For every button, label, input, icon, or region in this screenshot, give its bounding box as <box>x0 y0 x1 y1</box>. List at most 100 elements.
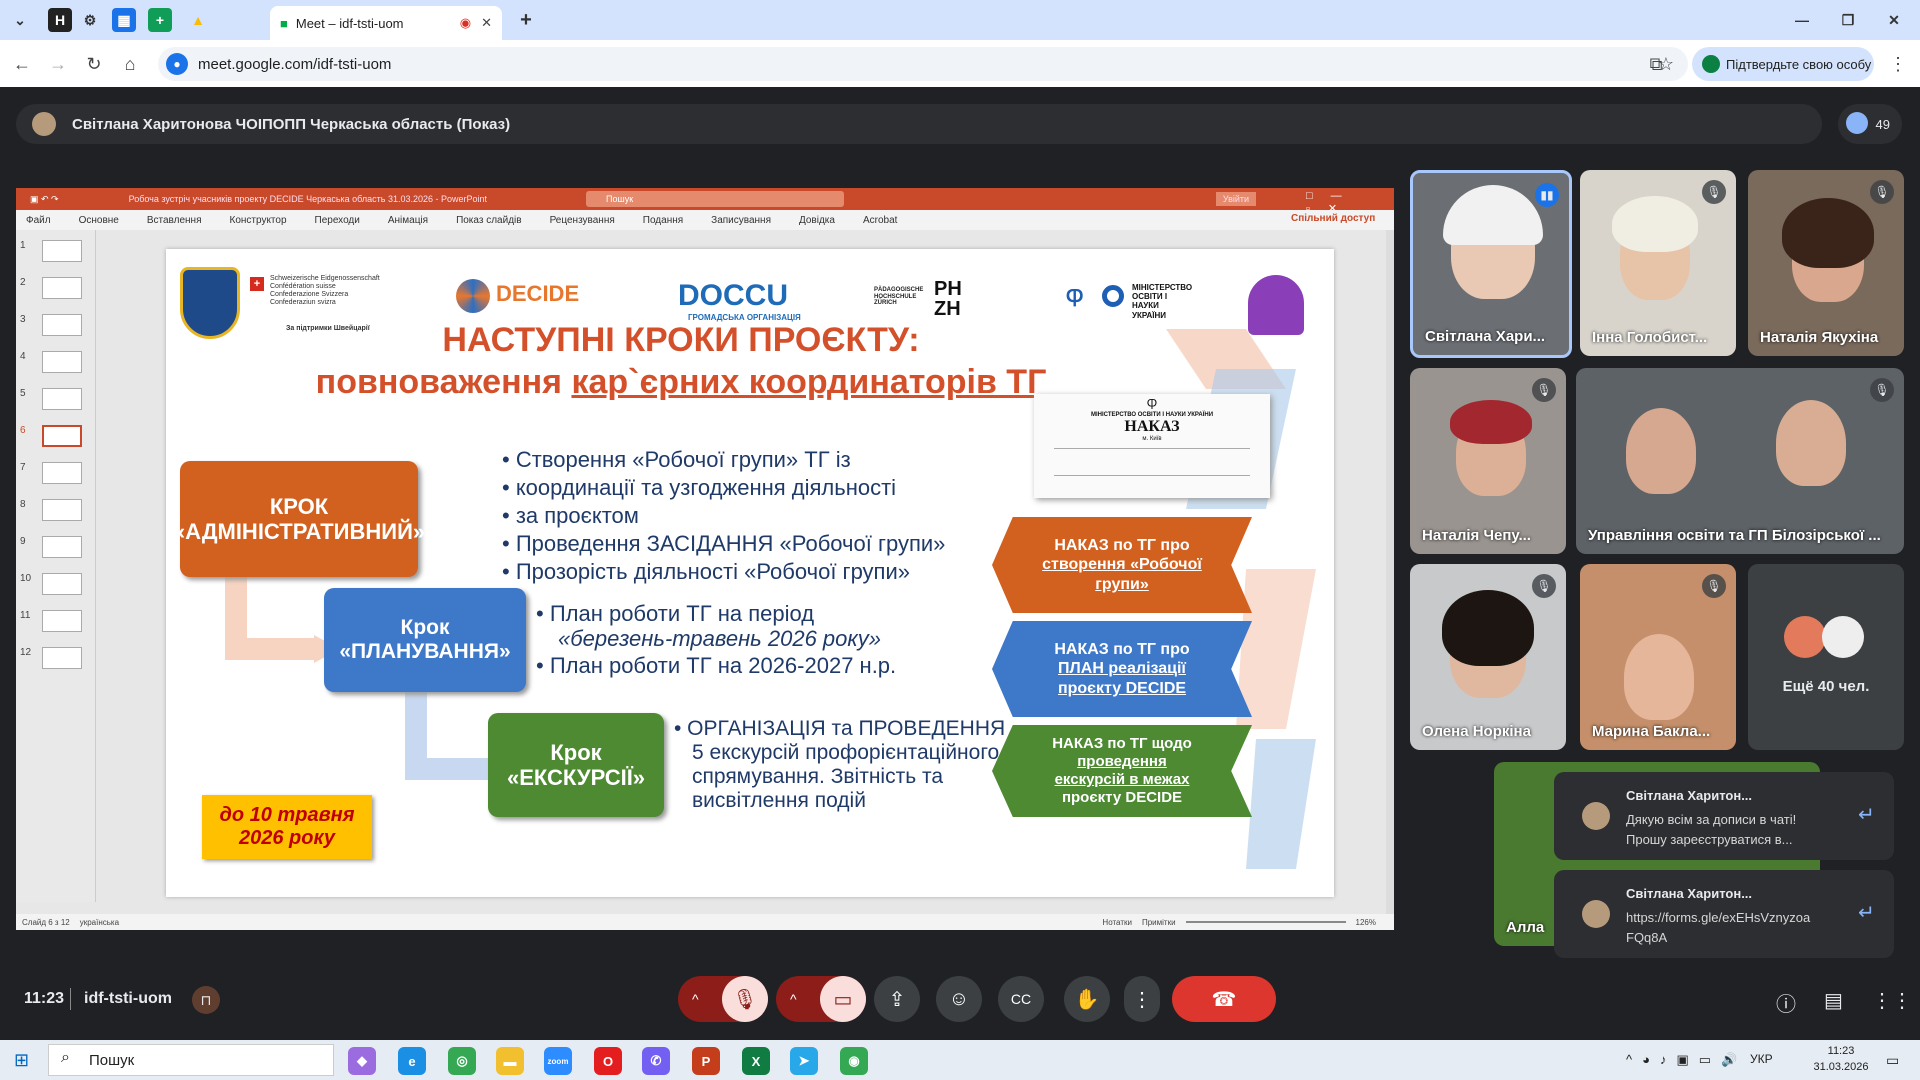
pinned-tab-settings[interactable]: ⚙ <box>78 8 102 32</box>
slide-thumb[interactable] <box>42 351 82 373</box>
leave-call-icon[interactable]: ☎ <box>1172 976 1276 1022</box>
notification-icon[interactable]: ▭ <box>1886 1052 1899 1069</box>
slide-thumb[interactable] <box>42 462 82 484</box>
input-language[interactable]: УКР <box>1750 1052 1773 1066</box>
pp-search[interactable]: Пошук <box>586 191 844 207</box>
chrome-profile-icon[interactable]: ◎ <box>448 1047 476 1075</box>
powerpoint-icon[interactable]: P <box>692 1047 720 1075</box>
pinned-tab-calendar[interactable]: ▦ <box>112 8 136 32</box>
reload-icon[interactable]: ↻ <box>82 52 106 76</box>
zoom-icon[interactable]: zoom <box>544 1047 572 1075</box>
chat-icon[interactable]: ▤ <box>1824 988 1843 1013</box>
chrome-icon[interactable]: ◉ <box>840 1047 868 1075</box>
slide-thumb[interactable] <box>42 314 82 336</box>
mic-control[interactable]: ^ 🎙 <box>678 976 768 1022</box>
pp-menu-home[interactable]: Основне <box>79 215 119 226</box>
pinned-tab-sheets[interactable]: + <box>148 8 172 32</box>
slide-thumb[interactable] <box>42 647 82 669</box>
home-icon[interactable]: ⌂ <box>118 52 142 76</box>
telegram-icon[interactable]: ➤ <box>790 1047 818 1075</box>
back-icon[interactable]: ← <box>10 52 34 76</box>
mon-logo-icon <box>1102 285 1124 307</box>
pp-comments-button[interactable]: Примітки <box>1142 918 1176 927</box>
pp-menu-transitions[interactable]: Переходи <box>315 215 360 226</box>
profile-button[interactable]: Підтвердьте свою особу <box>1692 47 1874 81</box>
slide-thumb[interactable] <box>42 499 82 521</box>
pp-quick-access-icon[interactable]: ▣ ↶ ↷ <box>30 194 59 205</box>
slide-thumb[interactable] <box>42 240 82 262</box>
info-icon[interactable]: ⓘ <box>1776 988 1796 1017</box>
clock[interactable]: 11:23 31.03.2026 <box>1806 1043 1876 1075</box>
pp-menu-record[interactable]: Записування <box>711 215 771 226</box>
edge-icon[interactable]: e <box>398 1047 426 1075</box>
forward-icon[interactable]: → <box>46 52 70 76</box>
minimize-icon[interactable]: — <box>1790 8 1814 32</box>
close-tab-icon[interactable]: ✕ <box>481 15 492 31</box>
pp-menu-view[interactable]: Подання <box>643 215 683 226</box>
windows-start-icon[interactable]: ⊞ <box>14 1050 29 1071</box>
captions-icon[interactable]: CC <box>998 976 1044 1022</box>
close-window-icon[interactable]: ✕ <box>1882 8 1906 32</box>
file-explorer-icon[interactable]: ▬ <box>496 1047 524 1075</box>
participant-tile[interactable]: 🎙 Наталія Якухіна <box>1748 170 1904 356</box>
slide-thumb[interactable] <box>42 388 82 410</box>
host-controls-icon[interactable]: ⊓ <box>192 986 220 1014</box>
mic-permission-icon[interactable]: ● <box>166 53 188 75</box>
extensions-icon[interactable]: ⧉ <box>1644 52 1668 76</box>
participant-tile[interactable]: 🎙 Управління освіти та ГП Білозірської .… <box>1576 368 1904 554</box>
participants-button[interactable]: 49 <box>1838 104 1902 144</box>
camera-control[interactable]: ^ ▭ <box>776 976 866 1022</box>
participant-tile[interactable]: 🎙 Наталія Чепу... <box>1410 368 1566 554</box>
excel-icon[interactable]: X <box>742 1047 770 1075</box>
camera-off-icon[interactable]: ▭ <box>820 976 866 1022</box>
participant-tile[interactable]: 🎙 Інна Голобист... <box>1580 170 1736 356</box>
pp-scrollbar[interactable] <box>1386 230 1394 914</box>
participant-tile-speaking[interactable]: ▮▮ Світлана Хари... <box>1410 170 1572 358</box>
pp-signin-button[interactable]: Увійти <box>1216 192 1256 206</box>
browser-menu-icon[interactable]: ⋮ <box>1886 52 1910 76</box>
tray-icons[interactable]: ^◕♪▣▭🔊 <box>1626 1052 1747 1068</box>
copilot-icon[interactable]: ◆ <box>348 1047 376 1075</box>
viber-icon[interactable]: ✆ <box>642 1047 670 1075</box>
pp-notes-button[interactable]: Нотатки <box>1102 918 1132 927</box>
pp-zoom-slider[interactable] <box>1185 921 1346 923</box>
more-options-icon[interactable]: ⋮ <box>1124 976 1160 1022</box>
pp-menu-file[interactable]: Файл <box>26 215 51 226</box>
pp-menu-help[interactable]: Довідка <box>799 215 835 226</box>
activities-icon[interactable]: ⋮⋮ <box>1872 988 1912 1013</box>
camera-options-icon[interactable]: ^ <box>790 991 797 1007</box>
slide-thumb[interactable] <box>42 536 82 558</box>
taskbar-search[interactable]: ⌕ Пошук <box>48 1044 334 1076</box>
tab-meet[interactable]: ■ Meet – idf-tsti-uom ◉ ✕ <box>270 6 502 40</box>
slide-thumb[interactable] <box>42 610 82 632</box>
chat-notification[interactable]: Світлана Харитон... Дякую всім за дописи… <box>1554 772 1894 860</box>
present-screen-icon[interactable]: ⇪ <box>874 976 920 1022</box>
pp-menu-review[interactable]: Рецензування <box>550 215 615 226</box>
pp-menu-acrobat[interactable]: Acrobat <box>863 215 897 226</box>
emoji-icon[interactable]: ☺ <box>936 976 982 1022</box>
participant-tile[interactable]: 🎙 Марина Бакла... <box>1580 564 1736 750</box>
pp-menu-insert[interactable]: Вставлення <box>147 215 202 226</box>
opera-icon[interactable]: O <box>594 1047 622 1075</box>
address-bar[interactable]: ● meet.google.com/idf-tsti-uom ☆ <box>158 47 1688 81</box>
pinned-tab-drive[interactable]: ▲ <box>186 8 210 32</box>
slide-thumb[interactable] <box>42 277 82 299</box>
mic-off-icon[interactable]: 🎙 <box>722 976 768 1022</box>
mic-options-icon[interactable]: ^ <box>692 991 699 1007</box>
others-tile[interactable]: Ещё 40 чел. <box>1748 564 1904 750</box>
pp-share-button[interactable]: Спільний доступ <box>1291 213 1375 224</box>
slide-thumb[interactable] <box>42 573 82 595</box>
pp-menu-design[interactable]: Конструктор <box>230 215 287 226</box>
chat-notification[interactable]: Світлана Харитон... https://forms.gle/ex… <box>1554 870 1894 958</box>
reply-icon[interactable]: ↵ <box>1858 802 1875 827</box>
tab-list-icon[interactable]: ⌄ <box>8 8 32 32</box>
pinned-tab-h[interactable]: H <box>48 8 72 32</box>
pp-menu-slideshow[interactable]: Показ слайдів <box>456 215 522 226</box>
raise-hand-icon[interactable]: ✋ <box>1064 976 1110 1022</box>
reply-icon[interactable]: ↵ <box>1858 900 1875 925</box>
new-tab-icon[interactable]: + <box>514 8 538 32</box>
restore-icon[interactable]: ❐ <box>1836 8 1860 32</box>
participant-tile[interactable]: 🎙 Олена Норкіна <box>1410 564 1566 750</box>
pp-menu-animation[interactable]: Анімація <box>388 215 428 226</box>
slide-thumb-active[interactable] <box>42 425 82 447</box>
